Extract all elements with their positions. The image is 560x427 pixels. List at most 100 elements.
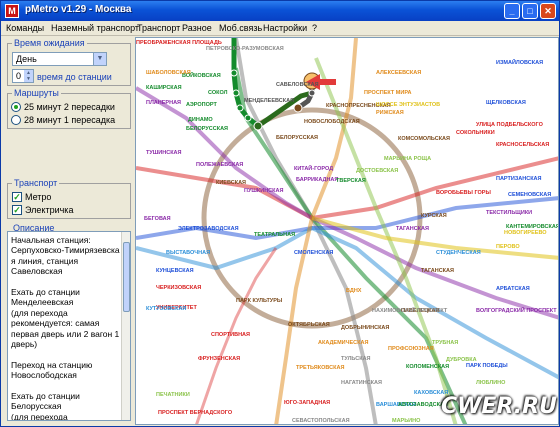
- station-label[interactable]: КИТАЙ-ГОРОД: [294, 164, 333, 172]
- station-label[interactable]: СПОРТИВНАЯ: [211, 332, 250, 338]
- station-label[interactable]: АЭРОПОРТ: [186, 102, 217, 108]
- station-label[interactable]: БАРРИКАДНАЯ: [296, 177, 338, 183]
- station-label[interactable]: ТЕКСТИЛЬЩИКИ: [486, 210, 532, 216]
- station-label[interactable]: ПОЛЕЖАЕВСКАЯ: [196, 162, 243, 168]
- station-label[interactable]: БЕГОВАЯ: [144, 216, 171, 222]
- maximize-button[interactable]: □: [522, 3, 538, 19]
- station-label[interactable]: ПЛАНЕРНАЯ: [146, 100, 181, 106]
- station-label[interactable]: СТУДЕНЧЕСКАЯ: [436, 250, 481, 256]
- station-label[interactable]: ТАГАНСКАЯ: [421, 268, 454, 274]
- station-label[interactable]: ИЗМАЙЛОВСКАЯ: [496, 58, 543, 66]
- menu-ground-transport[interactable]: Наземный транспорт: [51, 23, 139, 33]
- station-label[interactable]: СМОЛЕНСКАЯ: [294, 250, 333, 256]
- menu-settings[interactable]: Настройки: [263, 23, 307, 33]
- station-label[interactable]: ТЕАТРАЛЬНАЯ: [254, 232, 295, 238]
- menu-commands[interactable]: Команды: [6, 23, 44, 33]
- station-label[interactable]: АКАДЕМИЧЕСКАЯ: [318, 340, 368, 346]
- station-label[interactable]: ДИНАМО: [188, 117, 213, 123]
- station-label[interactable]: ВОЛГОГРАДСКИЙ ПРОСПЕКТ: [476, 306, 557, 314]
- station-label[interactable]: СОКОЛ: [208, 90, 228, 96]
- menu-mobile[interactable]: Моб.связь: [219, 23, 262, 33]
- station-label[interactable]: ТАГАНСКАЯ: [396, 226, 429, 232]
- description-box[interactable]: Начальная станция: Серпуховско-Тимирязевс…: [7, 231, 131, 421]
- description-scrollbar[interactable]: [121, 232, 130, 420]
- station-label[interactable]: МАРЬИНА РОЩА: [384, 156, 431, 162]
- station-label[interactable]: ПАРТИЗАНСКАЯ: [496, 176, 542, 182]
- station-label[interactable]: ПЕРОВО: [496, 244, 520, 250]
- station-label[interactable]: ВДНХ: [346, 288, 362, 294]
- station-label[interactable]: АРБАТСКАЯ: [496, 286, 530, 292]
- station-label[interactable]: КАШИРСКАЯ: [146, 85, 182, 91]
- station-label[interactable]: ЧЕРКИЗОВСКАЯ: [156, 285, 201, 291]
- station-label[interactable]: ПРОСПЕКТ МИРА: [364, 90, 412, 96]
- station-label[interactable]: ПАРК КУЛЬТУРЫ: [236, 298, 283, 304]
- station-label[interactable]: ТУШИНСКАЯ: [146, 150, 182, 156]
- station-label[interactable]: КУРСКАЯ: [421, 213, 447, 219]
- station-label[interactable]: КУТУЗОВСКАЯ: [146, 306, 186, 312]
- train-checkbox[interactable]: ✓: [12, 205, 22, 215]
- station-label[interactable]: БЕЛОРУССКАЯ: [186, 126, 228, 132]
- station-label[interactable]: САВЕЛОВСКАЯ: [276, 82, 319, 88]
- station-label[interactable]: ПЕЧАТНИКИ: [156, 392, 190, 398]
- station-label[interactable]: ФРУНЗЕНСКАЯ: [198, 356, 240, 362]
- station-label[interactable]: ЩЕЛКОВСКАЯ: [486, 100, 526, 106]
- title-bar[interactable]: M pMetro v1.29 - Москва _ □ ✕: [1, 1, 559, 21]
- station-label[interactable]: ТУЛЬСКАЯ: [341, 356, 371, 362]
- station-label[interactable]: ДОБРЫНИНСКАЯ: [341, 325, 389, 331]
- station-label[interactable]: КОМСОМОЛЬСКАЯ: [398, 136, 450, 142]
- station-label[interactable]: ЮГО-ЗАПАДНАЯ: [284, 400, 330, 406]
- station-label[interactable]: РИЖСКАЯ: [376, 110, 404, 116]
- chevron-down-icon[interactable]: ▼: [93, 53, 106, 65]
- menu-transport[interactable]: Транспорт: [137, 23, 180, 33]
- station-label[interactable]: МЕНДЕЛЕЕВСКАЯ: [244, 98, 294, 104]
- metro-checkbox[interactable]: ✓: [12, 192, 22, 202]
- route-option-2-radio[interactable]: [11, 115, 21, 125]
- station-label[interactable]: ТРЕТЬЯКОВСКАЯ: [296, 365, 344, 371]
- time-spinner[interactable]: 0 ▲ ▼: [12, 69, 34, 83]
- menu-help[interactable]: ?: [312, 23, 317, 33]
- minimize-button[interactable]: _: [504, 3, 520, 19]
- scrollbar-thumb[interactable]: [123, 242, 130, 312]
- station-label[interactable]: КАНТЕМИРОВСКАЯ: [506, 224, 559, 230]
- close-button[interactable]: ✕: [540, 3, 556, 19]
- station-label[interactable]: ПРОФСОЮЗНАЯ: [388, 346, 434, 352]
- station-label[interactable]: НОВОСЛОБОДСКАЯ: [304, 119, 360, 125]
- station-label[interactable]: КИЕВСКАЯ: [216, 180, 246, 186]
- station-label[interactable]: ВЫСТАВОЧНАЯ: [166, 250, 210, 256]
- day-select[interactable]: День ▼: [12, 52, 107, 66]
- station-label[interactable]: СОКОЛЬНИКИ: [456, 130, 495, 136]
- station-label[interactable]: ШАБОЛОВСКАЯ: [146, 70, 191, 76]
- metro-map[interactable]: ПЕТРОВСКО-РАЗУМОВСКАЯ ВОЙКОВСКАЯ СОКОЛ АЭРО…: [135, 37, 559, 425]
- station-label[interactable]: СЕМЕНОВСКАЯ: [508, 192, 551, 198]
- station-label[interactable]: ПАРК ПОБЕДЫ: [466, 363, 508, 369]
- station-label[interactable]: АЛЕКСЕЕВСКАЯ: [376, 70, 421, 76]
- station-label[interactable]: КУНЦЕВСКАЯ: [156, 268, 194, 274]
- station-label[interactable]: НАХИМОВСКИЙ ПРОСПЕКТ: [372, 306, 448, 314]
- train-label[interactable]: Электричка: [25, 205, 73, 215]
- metro-map-canvas[interactable]: ПЕТРОВСКО-РАЗУМОВСКАЯВОЙКОВСКАЯСОКОЛАЭРО…: [136, 38, 559, 425]
- station-label[interactable]: МАРЬИНО: [392, 418, 421, 424]
- station-label[interactable]: НОВОГИРЕЕВО: [504, 230, 547, 236]
- station-label[interactable]: ЛЮБЛИНО: [476, 380, 506, 386]
- station-label[interactable]: ПЕТРОВСКО-РАЗУМОВСКАЯ: [206, 46, 284, 52]
- station-label[interactable]: БЕЛОРУССКАЯ: [276, 135, 318, 141]
- station-label[interactable]: ВОРОБЬЕВЫ ГОРЫ: [436, 190, 491, 196]
- station-label[interactable]: НАГАТИНСКАЯ: [341, 380, 382, 386]
- station-label[interactable]: КОЛОМЕНСКАЯ: [406, 364, 449, 370]
- station-label[interactable]: ПУШКИНСКАЯ: [244, 188, 283, 194]
- station-label[interactable]: ТВЕРСКАЯ: [336, 178, 366, 184]
- metro-label[interactable]: Метро: [25, 192, 51, 202]
- menu-misc[interactable]: Разное: [182, 23, 212, 33]
- station-label[interactable]: СЕВАСТОПОЛЬСКАЯ: [292, 418, 350, 424]
- route-option-1-radio[interactable]: [11, 102, 21, 112]
- route-option-1-label[interactable]: 25 минут 2 пересадки: [24, 102, 115, 112]
- station-label[interactable]: ПРОСПЕКТ ВЕРНАДСКОГО: [158, 410, 233, 416]
- station-label[interactable]: ДОСТОЕВСКАЯ: [356, 168, 398, 174]
- station-label[interactable]: КРАСНОСЕЛЬСКАЯ: [496, 142, 549, 148]
- station-label[interactable]: ЭЛЕКТРОЗАВОДСКАЯ: [178, 226, 239, 232]
- route-option-2-label[interactable]: 28 минут 1 пересадка: [24, 115, 115, 125]
- station-label[interactable]: ТРУБНАЯ: [432, 340, 458, 346]
- station-label[interactable]: ОКТЯБРЬСКАЯ: [288, 322, 330, 328]
- station-label[interactable]: ПРЕОБРАЖЕНСКАЯ ПЛОЩАДЬ: [136, 40, 222, 46]
- station-label[interactable]: ШОССЕ ЭНТУЗИАСТОВ: [376, 102, 440, 108]
